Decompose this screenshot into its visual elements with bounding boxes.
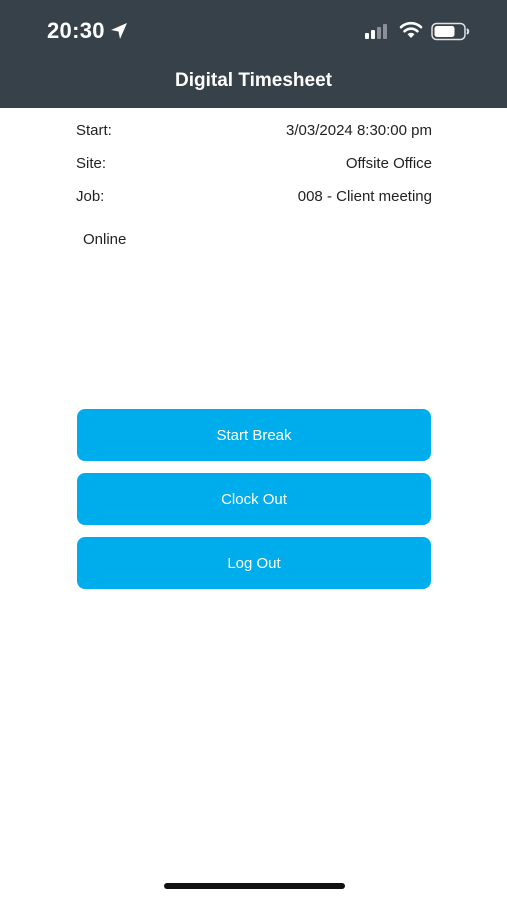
start-label: Start: bbox=[76, 122, 112, 139]
clock-out-button[interactable]: Clock Out bbox=[77, 473, 431, 525]
battery-icon bbox=[431, 22, 470, 41]
status-bar: 20:30 bbox=[0, 0, 507, 62]
connection-status: Online bbox=[83, 231, 127, 248]
status-time: 20:30 bbox=[47, 18, 105, 43]
home-indicator[interactable] bbox=[164, 883, 345, 889]
start-break-button[interactable]: Start Break bbox=[77, 409, 431, 461]
app-header: 20:30 Digital Timesheet bbox=[0, 0, 507, 108]
start-row: Start: 3/03/2024 8:30:00 pm bbox=[76, 122, 432, 144]
site-row: Site: Offsite Office bbox=[76, 155, 432, 177]
start-value: 3/03/2024 8:30:00 pm bbox=[286, 122, 432, 139]
site-value: Offsite Office bbox=[345, 155, 432, 172]
location-arrow-icon bbox=[111, 23, 127, 39]
log-out-button[interactable]: Log Out bbox=[77, 537, 431, 589]
cellular-signal-icon bbox=[365, 24, 387, 39]
wifi-icon bbox=[399, 21, 423, 38]
job-value: 008 - Client meeting bbox=[297, 188, 432, 205]
site-label: Site: bbox=[76, 155, 107, 172]
job-row: Job: 008 - Client meeting bbox=[76, 188, 432, 210]
page-title: Digital Timesheet bbox=[175, 70, 332, 91]
job-label: Job: bbox=[76, 188, 105, 205]
